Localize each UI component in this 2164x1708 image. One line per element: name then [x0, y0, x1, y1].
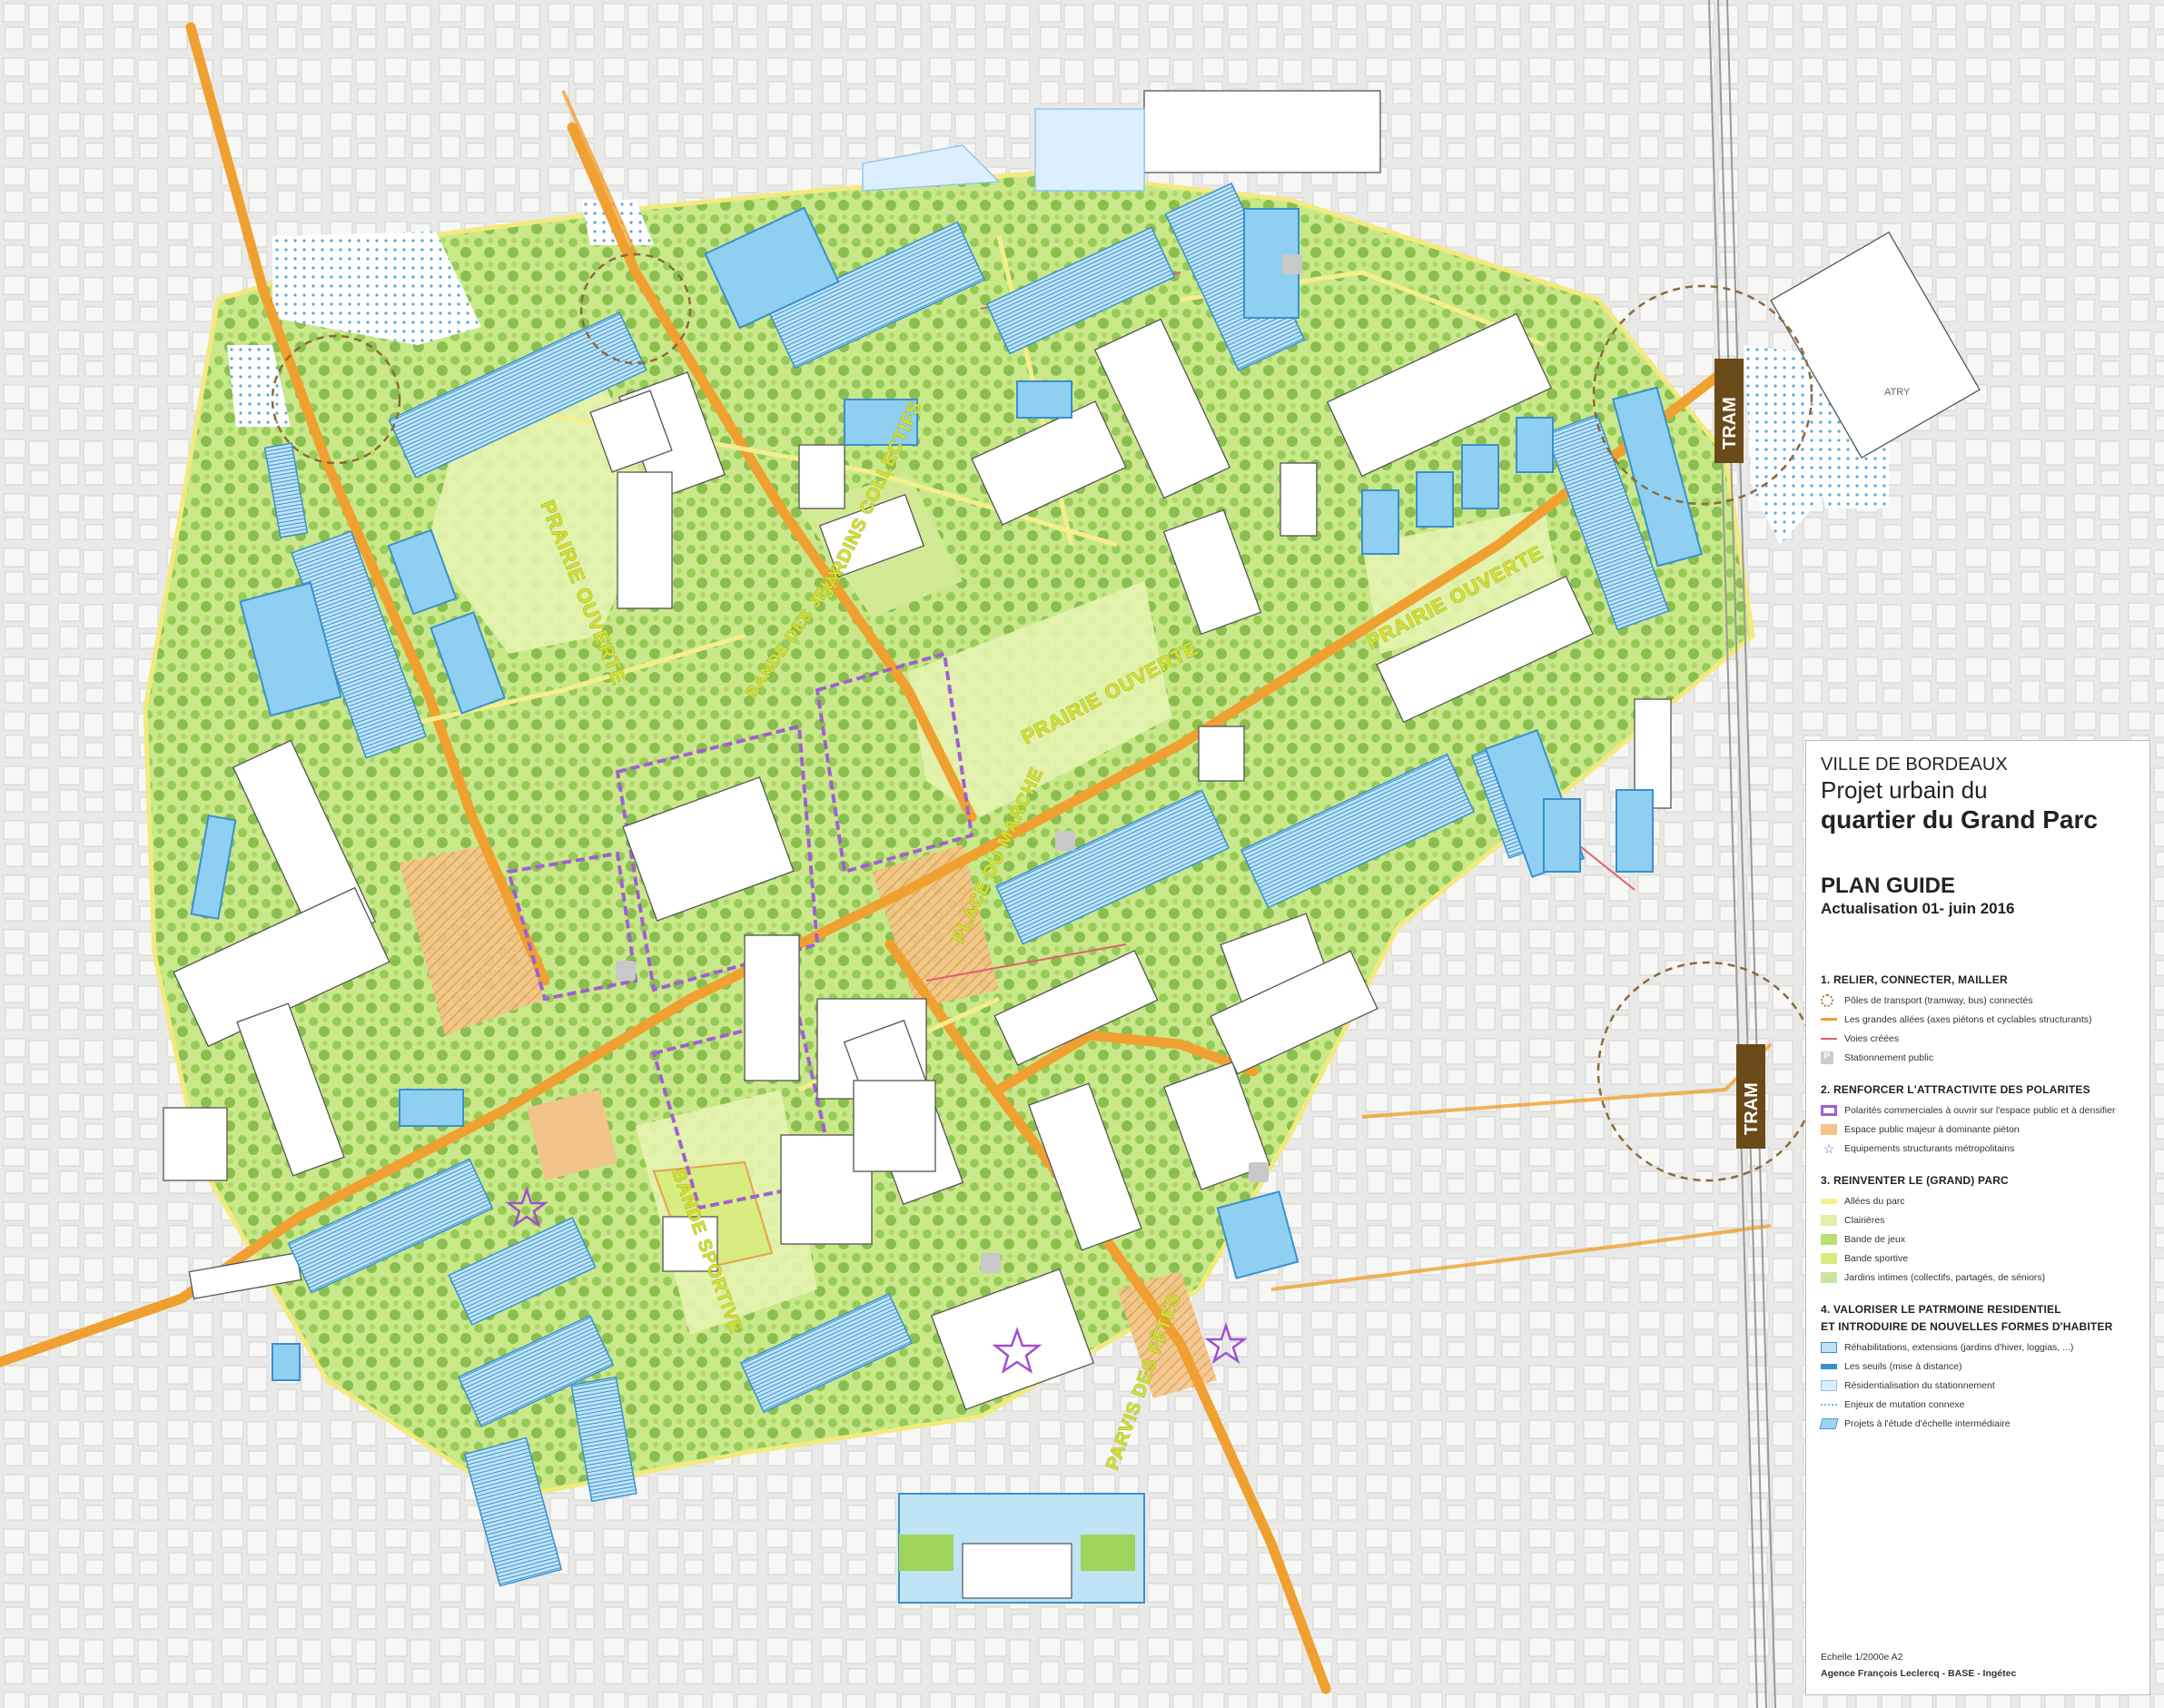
legend-item-label: Projets à l'étude d'échelle intermédiair…: [1844, 1417, 2011, 1429]
seuil-icon: [1821, 1363, 1837, 1369]
legend-item: ☆ Equipements structurants métropolitains: [1821, 1139, 2135, 1158]
legend-item: P Stationnement public: [1821, 1048, 2135, 1067]
legend-section-title: ET INTRODUIRE DE NOUVELLES FORMES D'HABI…: [1821, 1320, 2113, 1333]
pole-icon: [1821, 993, 1833, 1007]
red-line-icon: [1821, 1037, 1837, 1040]
clairiere-icon: [1821, 1214, 1837, 1226]
legend-item-label: Résidentialisation du stationnement: [1844, 1379, 1995, 1391]
legend-section-title: 4. VALORISER LE PATRMOINE RESIDENTIEL: [1821, 1303, 2061, 1316]
legend-item: Bande sportive: [1821, 1249, 2135, 1268]
legend-update-date: Actualisation 01- juin 2016: [1821, 900, 2015, 917]
star-icon: ☆: [1823, 1140, 1835, 1156]
scale-text: Echelle 1/2000e A2: [1821, 1652, 1903, 1663]
legend-item-label: Allées du parc: [1844, 1195, 1905, 1207]
violet-icon: [1821, 1104, 1837, 1116]
legend-item: Voies créées: [1821, 1029, 2135, 1048]
legend-item: Espace public majeur à dominante piéton: [1821, 1120, 2135, 1139]
legend-item: Réhabilitations, extensions (jardins d'h…: [1821, 1338, 2135, 1357]
legend-title-bold: quartier du Grand Parc: [1821, 805, 2098, 834]
legend-item-label: Polarités commerciales à ouvrir sur l'es…: [1844, 1104, 2116, 1116]
legend-item-label: Bande de jeux: [1844, 1233, 1906, 1245]
south-housing-project: [898, 1493, 1145, 1604]
legend-item: Bande de jeux: [1821, 1229, 2135, 1249]
legend-section-title: 3. REINVENTER LE (GRAND) PARC: [1821, 1174, 2009, 1187]
jardin-icon: [1821, 1271, 1837, 1283]
legend-item: Projets à l'étude d'échelle intermédiair…: [1819, 1414, 2135, 1433]
resid-icon: [1821, 1379, 1837, 1391]
legend-panel: VILLE DE BORDEAUX Projet urbain du quart…: [1805, 740, 2150, 1695]
sport-icon: [1821, 1252, 1837, 1264]
legend-footer: Echelle 1/2000e A2 Agence François Lecle…: [1821, 1649, 2016, 1682]
p-icon: P: [1821, 1051, 1833, 1064]
legend-item: Enjeux de mutation connexe: [1821, 1395, 2135, 1414]
legend-item-label: Stationnement public: [1844, 1051, 1934, 1063]
legend-plan-title: PLAN GUIDE: [1821, 874, 1956, 898]
parking-icon: [616, 961, 636, 981]
legend-item: Les seuils (mise à distance): [1821, 1357, 2135, 1376]
bande-icon: [1821, 1233, 1837, 1245]
legend-item-label: Clairières: [1844, 1214, 1885, 1226]
legend-section-title: 2. RENFORCER L'ATTRACTIVITE DES POLARITE…: [1821, 1083, 2090, 1096]
legend-item-label: Bande sportive: [1844, 1252, 1909, 1264]
legend-item-label: Enjeux de mutation connexe: [1844, 1398, 1965, 1410]
parking-icon: [1055, 831, 1075, 851]
parking-icon: [981, 1253, 1001, 1273]
credits-text: Agence François Leclercq - BASE - Ingéte…: [1821, 1668, 2017, 1679]
rehab-icon: [1821, 1341, 1837, 1353]
legend-item-label: Les seuils (mise à distance): [1844, 1360, 1962, 1372]
legend-item: Les grandes allées (axes piétons et cycl…: [1821, 1010, 2135, 1029]
legend-item: Pôles de transport (tramway, bus) connec…: [1821, 991, 2135, 1010]
legend-item-label: Equipements structurants métropolitains: [1844, 1142, 2015, 1154]
projet-icon: [1819, 1417, 1839, 1429]
parking-icon: [1249, 1162, 1269, 1182]
legend-item-label: Jardins intimes (collectifs, partagés, d…: [1844, 1271, 2046, 1283]
orangefill-icon: [1821, 1123, 1837, 1135]
legend-item-label: Voies créées: [1844, 1032, 1900, 1044]
legend-title: Projet urbain du: [1821, 776, 1988, 804]
legend-item-label: Les grandes allées (axes piétons et cycl…: [1844, 1013, 2092, 1025]
mutation-icon: [1821, 1403, 1837, 1406]
label-atry: ATRY: [1884, 387, 1911, 398]
tram-station-north: TRAM: [1714, 359, 1744, 463]
legend-item-label: Espace public majeur à dominante piéton: [1844, 1123, 2020, 1135]
legend-item: Résidentialisation du stationnement: [1821, 1376, 2135, 1395]
parking-icon: [1282, 254, 1302, 274]
legend-sections: 1. RELIER, CONNECTER, MAILLER Pôles de tr…: [1819, 973, 2135, 1433]
legend-item: Polarités commerciales à ouvrir sur l'es…: [1821, 1101, 2135, 1120]
tram-station-south: TRAM: [1736, 1044, 1765, 1149]
tram-label: TRAM: [1742, 1082, 1762, 1135]
legend-item: Clairières: [1821, 1210, 2135, 1229]
legend-item: Allées du parc: [1821, 1191, 2135, 1210]
allee-icon: [1821, 1198, 1837, 1204]
orange-line-icon: [1821, 1018, 1837, 1021]
legend-item-label: Pôles de transport (tramway, bus) connec…: [1844, 994, 2033, 1006]
tram-label: TRAM: [1720, 397, 1740, 449]
legend-city: VILLE DE BORDEAUX: [1821, 755, 2008, 775]
legend-item: Jardins intimes (collectifs, partagés, d…: [1821, 1268, 2135, 1287]
legend-section-title: 1. RELIER, CONNECTER, MAILLER: [1821, 973, 2008, 986]
legend-item-label: Réhabilitations, extensions (jardins d'h…: [1844, 1341, 2074, 1353]
